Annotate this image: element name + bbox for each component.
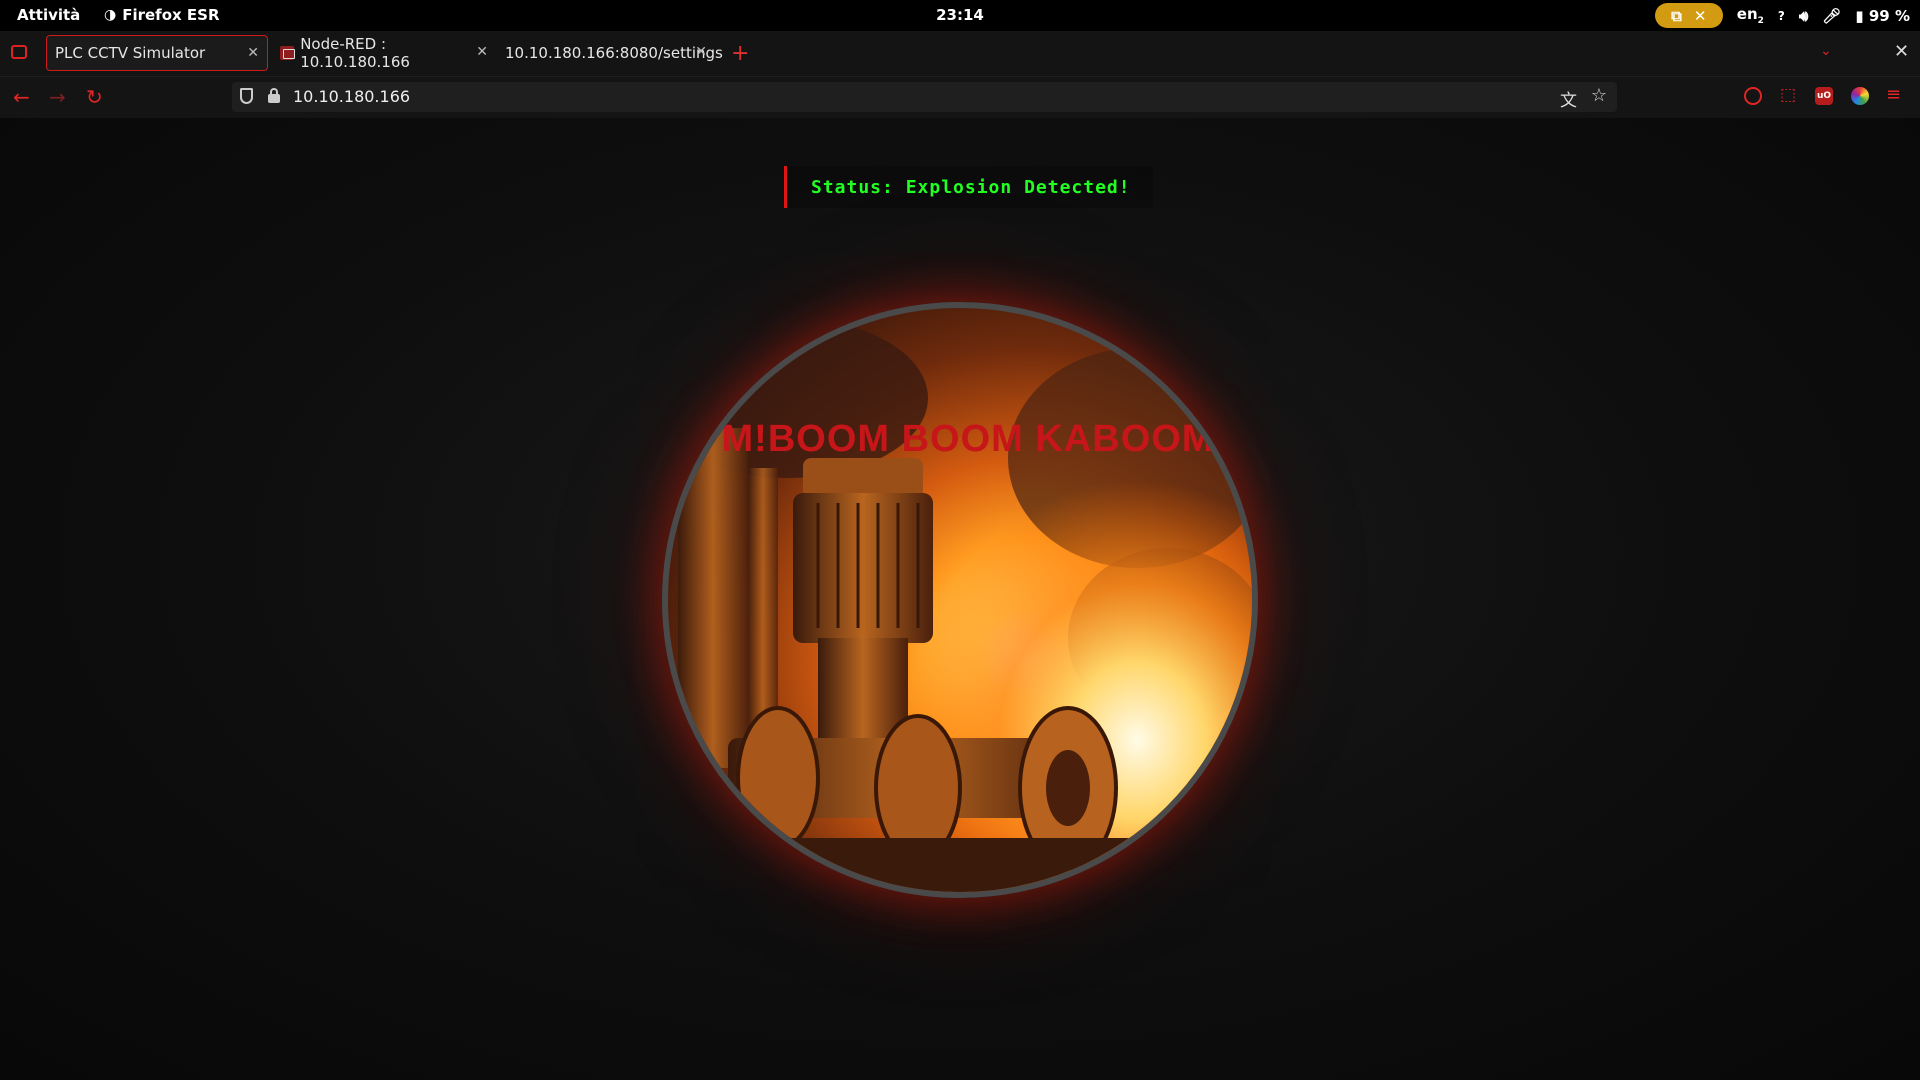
volume-icon: 🔊︎	[1798, 6, 1809, 25]
list-all-tabs-icon[interactable]: ⌄	[1820, 43, 1832, 59]
navigation-toolbar: ← → ↻ 10.10.180.166 文 ☆ ⬚ uO ≡	[0, 77, 1920, 118]
reload-icon[interactable]: ↻	[86, 85, 103, 109]
url-text[interactable]: 10.10.180.166	[293, 87, 410, 106]
ublock-origin-icon[interactable]: uO	[1815, 87, 1833, 105]
cctv-camera-feed: M!BOOM BOOM KABOOM	[662, 302, 1258, 898]
tracking-protection-icon[interactable]	[240, 88, 253, 104]
tab-node-red[interactable]: Node-RED : 10.10.180.166 ✕	[272, 35, 488, 71]
new-tab-icon[interactable]: +	[731, 41, 749, 66]
network-icon: ?	[1777, 8, 1785, 23]
app-menu[interactable]: ◑ Firefox ESR	[104, 6, 220, 24]
camera-overlay-text: M!BOOM BOOM KABOOM	[721, 418, 1215, 460]
firefox-view-icon[interactable]	[11, 45, 27, 59]
activities-button[interactable]: Attività	[17, 6, 80, 24]
lock-icon[interactable]	[268, 88, 280, 103]
system-top-bar: Attività ◑ Firefox ESR 23:14 ⧉ ✕ en2 ? 🔊…	[0, 0, 1920, 31]
firefox-icon: ◑	[104, 7, 117, 23]
system-tray[interactable]: ⧉ ✕ en2 ? 🔊︎ 🎤︎ ▮ 99 %	[1654, 3, 1910, 28]
close-tab-icon[interactable]: ✕	[476, 44, 488, 60]
close-tab-icon[interactable]: ✕	[695, 44, 707, 60]
screen-share-indicator[interactable]: ⧉ ✕	[1654, 3, 1723, 28]
node-red-favicon-icon	[280, 46, 296, 60]
close-tab-icon[interactable]: ✕	[247, 45, 259, 61]
explosion-scene-image	[668, 318, 1252, 892]
back-icon[interactable]: ←	[13, 85, 30, 109]
extensions-icon[interactable]: ⬚	[1780, 85, 1798, 105]
tab-settings[interactable]: 10.10.180.166:8080/settings ✕	[497, 35, 723, 71]
screen-share-icon: ⧉	[1671, 6, 1682, 25]
stop-share-icon[interactable]: ✕	[1694, 7, 1707, 25]
translate-icon[interactable]: 文	[1560, 86, 1577, 111]
microphone-icon: 🎤︎	[1822, 6, 1842, 25]
status-banner: Status: Explosion Detected!	[784, 166, 1153, 208]
tab-strip: PLC CCTV Simulator ✕ Node-RED : 10.10.18…	[0, 31, 1920, 77]
app-name: Firefox ESR	[122, 6, 220, 24]
keyboard-layout-indicator[interactable]: en2	[1737, 5, 1764, 26]
page-content: Status: Explosion Detected! M!BOOM BOOM …	[0, 118, 1920, 1080]
clock[interactable]: 23:14	[936, 6, 984, 24]
url-bar[interactable]: 10.10.180.166 文 ☆	[232, 82, 1617, 112]
tab-title: 10.10.180.166:8080/settings	[505, 44, 723, 62]
tab-title: PLC CCTV Simulator	[55, 44, 206, 62]
bookmark-star-icon[interactable]: ☆	[1591, 85, 1607, 106]
battery-indicator: ▮ 99 %	[1855, 6, 1910, 25]
window-close-icon[interactable]: ✕	[1894, 41, 1909, 62]
tab-plc-cctv-simulator[interactable]: PLC CCTV Simulator ✕	[46, 35, 268, 71]
forward-icon[interactable]: →	[49, 85, 66, 109]
tab-title: Node-RED : 10.10.180.166	[300, 35, 410, 71]
battery-icon: ▮	[1855, 6, 1864, 25]
hamburger-menu-icon[interactable]: ≡	[1886, 84, 1904, 105]
color-extension-icon[interactable]	[1851, 87, 1869, 105]
account-icon[interactable]	[1744, 87, 1762, 105]
status-text: Status: Explosion Detected!	[811, 176, 1131, 198]
